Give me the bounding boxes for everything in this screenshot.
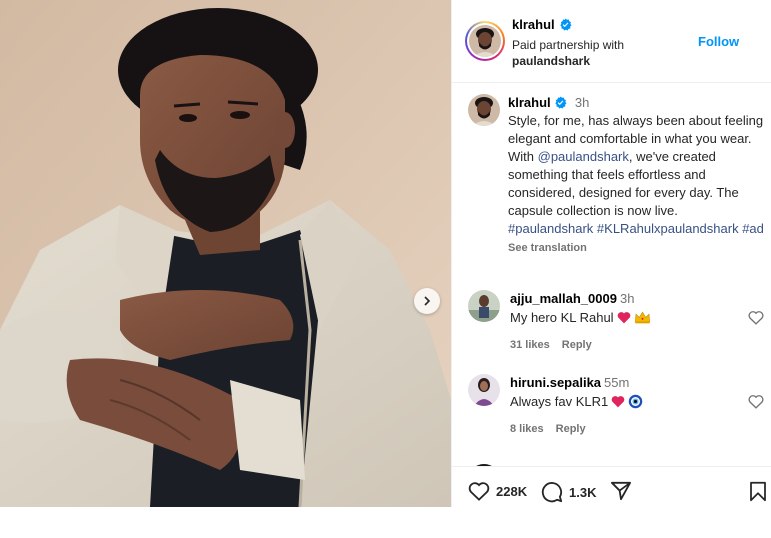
evil-eye-emoji-icon <box>629 394 643 409</box>
paper-plane-icon <box>611 481 631 501</box>
red-heart-emoji-icon <box>611 396 625 408</box>
heart-icon <box>468 482 490 501</box>
commenter-avatar[interactable] <box>468 374 500 406</box>
comment-text-row: My hero KL Rahul <box>510 310 651 325</box>
verified-badge-icon <box>559 18 572 31</box>
comment-button[interactable]: 1.3K <box>541 481 596 503</box>
next-image-button[interactable] <box>414 288 440 314</box>
see-translation-button[interactable]: See translation <box>508 239 766 257</box>
reply-button[interactable]: Reply <box>556 423 586 435</box>
commenter-avatar[interactable] <box>468 290 500 322</box>
post-header: klrahul Paid partnership with paulandsha… <box>452 0 771 83</box>
comment-username[interactable]: ajju_mallah_0009 <box>510 291 617 306</box>
share-button[interactable] <box>610 481 632 501</box>
like-button[interactable]: 228K <box>468 481 527 501</box>
hashtag-link[interactable]: #KLRahulxpaulandshark <box>597 221 739 236</box>
follow-button[interactable]: Follow <box>698 34 739 49</box>
save-button[interactable] <box>749 481 767 502</box>
comment-meta: 31 likes Reply <box>510 339 592 351</box>
story-ring-avatar[interactable] <box>465 21 505 61</box>
post-side-panel: klrahul Paid partnership with paulandsha… <box>451 0 771 507</box>
post-action-bar: 228K 1.3K <box>452 466 771 507</box>
comment-time: 55m <box>604 375 630 390</box>
caption-avatar[interactable] <box>468 94 500 126</box>
avatar <box>469 25 501 57</box>
verified-badge-icon <box>555 96 567 109</box>
comment-bubble-icon <box>541 482 563 503</box>
caption-username[interactable]: klrahul <box>508 95 551 110</box>
instagram-post: klrahul Paid partnership with paulandsha… <box>0 0 771 507</box>
hashtag-link[interactable]: #paulandshark <box>508 221 593 236</box>
comments-count: 1.3K <box>569 484 597 500</box>
paid-partnership-label: Paid partnership with paulandshark <box>512 37 624 69</box>
comment-username-row: ajju_mallah_0009 3h <box>510 291 634 306</box>
comment-likes[interactable]: 8 likes <box>510 423 544 435</box>
comment-username-row: hiruni.sepalika 55m <box>510 375 629 390</box>
partner-username[interactable]: paulandshark <box>512 53 624 69</box>
header-username-row: klrahul <box>512 17 572 32</box>
like-comment-heart-icon[interactable] <box>748 310 764 325</box>
comment-text: My hero KL Rahul <box>510 310 614 325</box>
header-username[interactable]: klrahul <box>512 17 555 32</box>
post-image[interactable] <box>0 0 451 507</box>
bookmark-icon <box>750 481 766 502</box>
portrait-photo <box>0 0 451 507</box>
red-heart-emoji-icon <box>617 312 630 324</box>
hashtag-link[interactable]: #ad <box>742 221 764 236</box>
comment-time: 3h <box>619 291 635 306</box>
comment-meta: 8 likes Reply <box>510 423 586 435</box>
partnership-text: Paid partnership with <box>512 38 625 52</box>
caption-body: klrahul 3h Style, for me, has always bee… <box>508 94 766 257</box>
chevron-right-icon <box>424 296 431 306</box>
comment-text-row: Always fav KLR1 <box>510 394 643 409</box>
comment-likes[interactable]: 31 likes <box>510 339 550 351</box>
caption-time: 3h <box>574 95 590 110</box>
comment-username[interactable]: hiruni.sepalika <box>510 375 601 390</box>
comment-text: Always fav KLR1 <box>510 394 609 409</box>
crown-emoji-icon <box>634 311 650 324</box>
like-comment-heart-icon[interactable] <box>748 394 764 409</box>
caption-mention-link[interactable]: @paulandshark <box>538 149 629 164</box>
reply-button[interactable]: Reply <box>562 339 592 351</box>
likes-count: 228K <box>496 483 528 499</box>
